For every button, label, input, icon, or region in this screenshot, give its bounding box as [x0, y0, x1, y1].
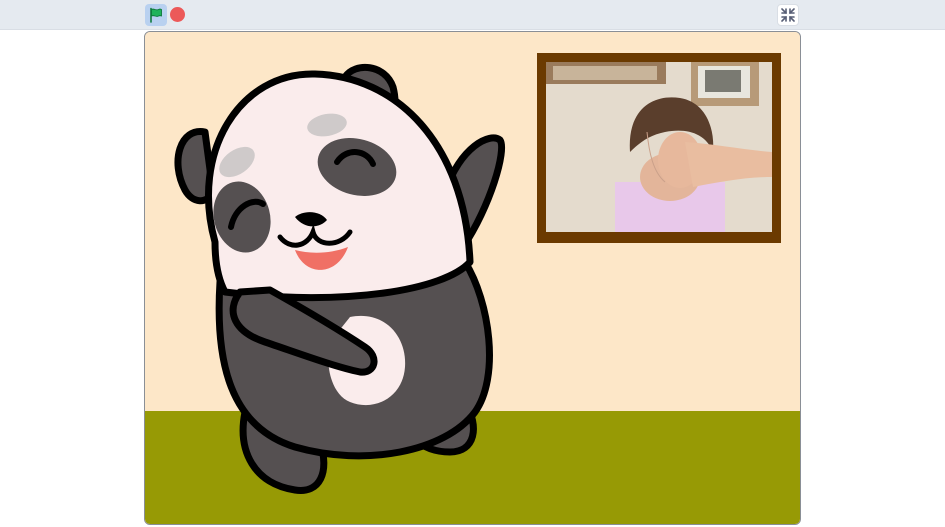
video-frame: [537, 53, 781, 243]
stop-button[interactable]: [170, 7, 185, 22]
green-flag-icon: [150, 7, 162, 23]
stage-header-bar: [0, 0, 945, 30]
green-flag-button[interactable]: [145, 4, 167, 26]
exit-fullscreen-button[interactable]: [777, 4, 799, 26]
stage[interactable]: [144, 31, 801, 525]
exit-fullscreen-icon: [781, 8, 795, 22]
